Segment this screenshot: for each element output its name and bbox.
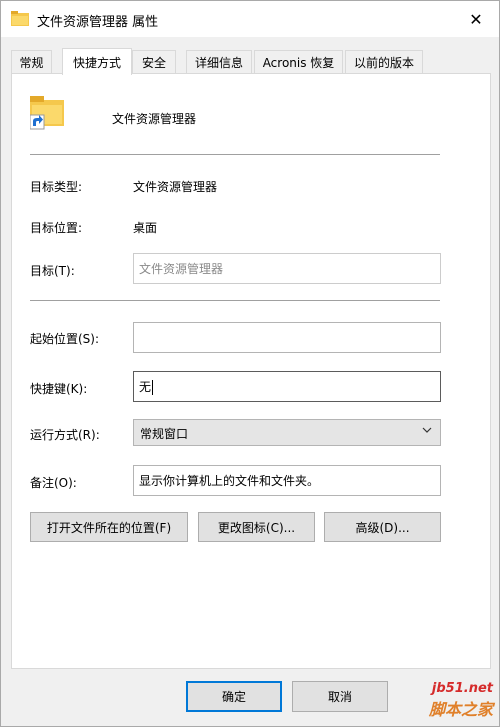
open-file-location-button[interactable]: 打开文件所在的位置(F) — [30, 512, 188, 542]
comment-label: 备注(O): — [30, 476, 77, 490]
watermark: jb51.net 脚本之家 — [429, 681, 493, 720]
tab-security[interactable]: 安全 — [132, 50, 176, 74]
folder-shortcut-icon — [30, 96, 64, 130]
folder-icon — [11, 11, 29, 26]
ok-button[interactable]: 确定 — [186, 681, 282, 712]
watermark-url: jb51.net — [431, 681, 493, 696]
shortcut-key-label: 快捷键(K): — [30, 382, 88, 396]
shortcut-panel: 文件资源管理器 目标类型: 文件资源管理器 目标位置: 桌面 目标(T): 文件… — [11, 73, 491, 669]
start-in-label: 起始位置(S): — [30, 332, 100, 346]
target-field: 文件资源管理器 — [133, 253, 441, 284]
close-button[interactable]: ✕ — [453, 1, 499, 37]
run-label: 运行方式(R): — [30, 428, 100, 442]
tab-details[interactable]: 详细信息 — [186, 50, 252, 74]
cancel-button[interactable]: 取消 — [292, 681, 388, 712]
divider — [30, 300, 440, 301]
tab-previous-versions[interactable]: 以前的版本 — [345, 50, 423, 74]
target-type-label: 目标类型: — [30, 180, 83, 194]
start-in-field[interactable] — [133, 322, 441, 353]
target-type-value: 文件资源管理器 — [133, 180, 218, 194]
change-icon-button[interactable]: 更改图标(C)... — [198, 512, 315, 542]
target-label: 目标(T): — [30, 264, 75, 278]
properties-dialog: 文件资源管理器 属性 ✕ 常规 快捷方式 安全 详细信息 Acronis 恢复 … — [0, 0, 500, 727]
comment-field[interactable]: 显示你计算机上的文件和文件夹。 — [133, 465, 441, 496]
tab-shortcut[interactable]: 快捷方式 — [62, 48, 132, 75]
tab-general[interactable]: 常规 — [11, 50, 52, 74]
tab-acronis-recovery[interactable]: Acronis 恢复 — [254, 50, 343, 74]
divider — [30, 154, 440, 155]
window-title: 文件资源管理器 属性 — [37, 15, 159, 30]
close-icon: ✕ — [469, 9, 483, 29]
app-name: 文件资源管理器 — [112, 112, 197, 126]
advanced-button[interactable]: 高级(D)... — [324, 512, 441, 542]
text-caret — [152, 380, 154, 395]
shortcut-key-field[interactable]: 无 — [133, 371, 441, 402]
target-location-value: 桌面 — [133, 221, 158, 235]
chevron-down-icon — [422, 424, 432, 438]
target-location-label: 目标位置: — [30, 221, 83, 235]
watermark-brand: 脚本之家 — [428, 700, 493, 719]
title-bar: 文件资源管理器 属性 ✕ — [1, 1, 499, 37]
run-select[interactable]: 常规窗口 — [133, 419, 441, 446]
